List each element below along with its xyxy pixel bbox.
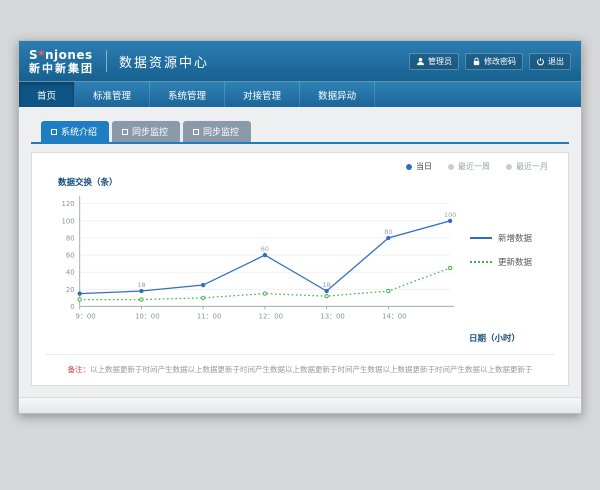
y-axis-title: 数据交换（条） [58,176,554,188]
svg-text:0: 0 [70,303,74,311]
range-option-last-month[interactable]: 最近一月 [506,161,548,172]
tab-icon [122,129,128,135]
user-icon [416,57,425,66]
nav-item-data-change[interactable]: 数据异动 [300,82,375,107]
tab-icon [51,129,57,135]
range-label: 最近一周 [458,161,490,172]
tab-sync-monitor-2[interactable]: 同步监控 [183,121,251,142]
brand-name: S*njones [29,49,94,61]
svg-text:60: 60 [66,252,75,260]
x-axis-title: 日期（小时） [46,332,554,344]
svg-text:120: 120 [62,200,75,208]
tab-label: 系统介绍 [61,125,97,138]
content-area: 系统介绍 同步监控 同步监控 当日 最近一周 [19,107,581,397]
footnote: 备注：以上数据更新于时间产生数据以上数据更新于时间产生数据以上数据更新于时间产生… [46,354,554,375]
chart-area: 0 20 40 60 80 100 120 9：00 10：00 11：00 12：00 13：00 1… [46,188,462,338]
range-label: 最近一月 [516,161,548,172]
svg-text:18: 18 [137,281,145,289]
tab-icon [193,129,199,135]
app-window: S*njones 新中新集团 数据资源中心 管理员 修改密码 [18,40,582,414]
page-title: 数据资源中心 [119,52,209,71]
svg-text:12：00: 12：00 [259,312,284,320]
main-nav: 首页 标准管理 系统管理 对接管理 数据异动 [19,81,581,107]
admin-button[interactable]: 管理员 [409,53,459,70]
brand-prefix: S [29,48,38,62]
dot-icon [506,164,512,170]
logout-label: 退出 [548,56,564,67]
nav-item-system-management[interactable]: 系统管理 [150,82,225,107]
nav-item-home[interactable]: 首页 [19,82,75,107]
legend-label: 新增数据 [498,232,532,244]
solid-line-icon [470,237,492,239]
top-bar: S*njones 新中新集团 数据资源中心 管理员 修改密码 [19,41,581,81]
range-label: 当日 [416,161,432,172]
change-password-label: 修改密码 [484,56,516,67]
dot-icon [448,164,454,170]
tab-active-underline [31,142,569,144]
legend-item-new-data[interactable]: 新增数据 [470,232,554,244]
window-footer [19,397,581,413]
footnote-text: 以上数据更新于时间产生数据以上数据更新于时间产生数据以上数据更新于时间产生数据以… [90,365,533,374]
dotted-line-icon [470,261,492,263]
lock-icon [472,57,481,66]
logout-button[interactable]: 退出 [529,53,571,70]
nav-item-standard-management[interactable]: 标准管理 [75,82,150,107]
tab-label: 同步监控 [203,125,239,138]
brand-logo: S*njones 新中新集团 [29,49,94,74]
brand-sub-name: 新中新集团 [29,63,94,74]
chart-panel: 当日 最近一周 最近一月 数据交换（条） 0 20 40 60 80 100 120 9：00… [31,152,569,386]
svg-text:80: 80 [66,234,75,242]
logo-star-icon: * [38,48,45,62]
svg-text:100: 100 [62,217,75,225]
svg-text:18: 18 [323,281,331,289]
dot-icon [406,164,412,170]
brand-suffix: njones [45,48,93,62]
svg-text:9：00: 9：00 [76,312,96,320]
nav-item-connection-management[interactable]: 对接管理 [225,82,300,107]
change-password-button[interactable]: 修改密码 [465,53,523,70]
header-divider [106,50,107,72]
svg-text:80: 80 [384,228,392,236]
svg-text:40: 40 [66,269,75,277]
svg-text:13：00: 13：00 [320,312,345,320]
svg-text:14：00: 14：00 [382,312,407,320]
svg-text:11：00: 11：00 [197,312,222,320]
admin-button-label: 管理员 [428,56,452,67]
legend-label: 更新数据 [498,256,532,268]
series-legend: 新增数据 更新数据 [462,232,554,294]
tab-system-intro[interactable]: 系统介绍 [41,121,109,142]
range-option-today[interactable]: 当日 [406,161,432,172]
tab-strip: 系统介绍 同步监控 同步监控 [31,121,569,142]
footnote-prefix: 备注： [68,365,91,374]
svg-text:100: 100 [444,211,456,219]
range-legend: 当日 最近一周 最近一月 [46,161,554,172]
legend-item-updated-data[interactable]: 更新数据 [470,256,554,268]
chart-row: 0 20 40 60 80 100 120 9：00 10：00 11：00 12：00 13：00 1… [46,188,554,338]
tab-sync-monitor-1[interactable]: 同步监控 [112,121,180,142]
svg-text:20: 20 [66,286,75,294]
svg-text:10：00: 10：00 [135,312,160,320]
tab-label: 同步监控 [132,125,168,138]
line-chart: 0 20 40 60 80 100 120 9：00 10：00 11：00 12：00 13：00 1… [46,188,462,338]
range-option-last-week[interactable]: 最近一周 [448,161,490,172]
header-actions: 管理员 修改密码 退出 [409,53,571,70]
power-icon [536,57,545,66]
svg-text:60: 60 [261,245,269,253]
